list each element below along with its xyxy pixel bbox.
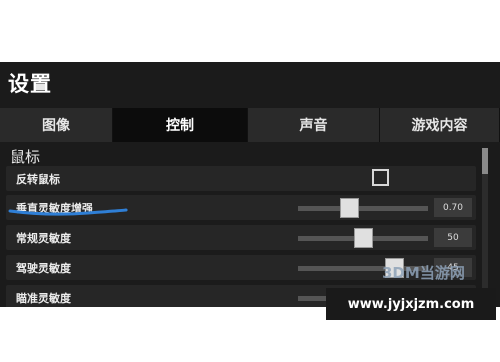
tab-controls[interactable]: 控制 <box>113 108 248 142</box>
tab-game-content[interactable]: 游戏内容 <box>380 108 500 142</box>
slider-value: 0.70 <box>434 198 472 217</box>
scrollbar-thumb[interactable] <box>482 148 488 174</box>
setting-label: 瞄准灵敏度 <box>16 292 71 305</box>
slider-knob[interactable] <box>340 198 360 218</box>
setting-label: 反转鼠标 <box>16 173 60 186</box>
setting-label: 常规灵敏度 <box>16 232 71 245</box>
setting-row-invert-mouse[interactable]: 反转鼠标 <box>6 166 476 191</box>
setting-label: 驾驶灵敏度 <box>16 262 71 275</box>
tab-sound[interactable]: 声音 <box>248 108 380 142</box>
slider-track[interactable] <box>298 206 428 211</box>
highlight-underline <box>8 208 128 216</box>
setting-row-normal-sensitivity[interactable]: 常规灵敏度 50 <box>6 225 476 250</box>
watermark-url: www.jyjxjzm.com <box>326 288 496 320</box>
settings-tabs: 图像 控制 声音 游戏内容 <box>0 108 500 142</box>
mouse-section-title: 鼠标 <box>10 148 41 166</box>
settings-title: 设置 <box>8 72 52 96</box>
invert-mouse-checkbox[interactable] <box>372 169 389 186</box>
slider-value: 50 <box>434 228 472 247</box>
watermark-logo: 3DM当游网 <box>382 264 465 282</box>
tab-graphics[interactable]: 图像 <box>0 108 113 142</box>
settings-screen: 设置 图像 控制 声音 游戏内容 鼠标 反转鼠标 垂直灵敏度增强 0.70 常规… <box>0 62 500 307</box>
slider-knob[interactable] <box>353 228 373 248</box>
